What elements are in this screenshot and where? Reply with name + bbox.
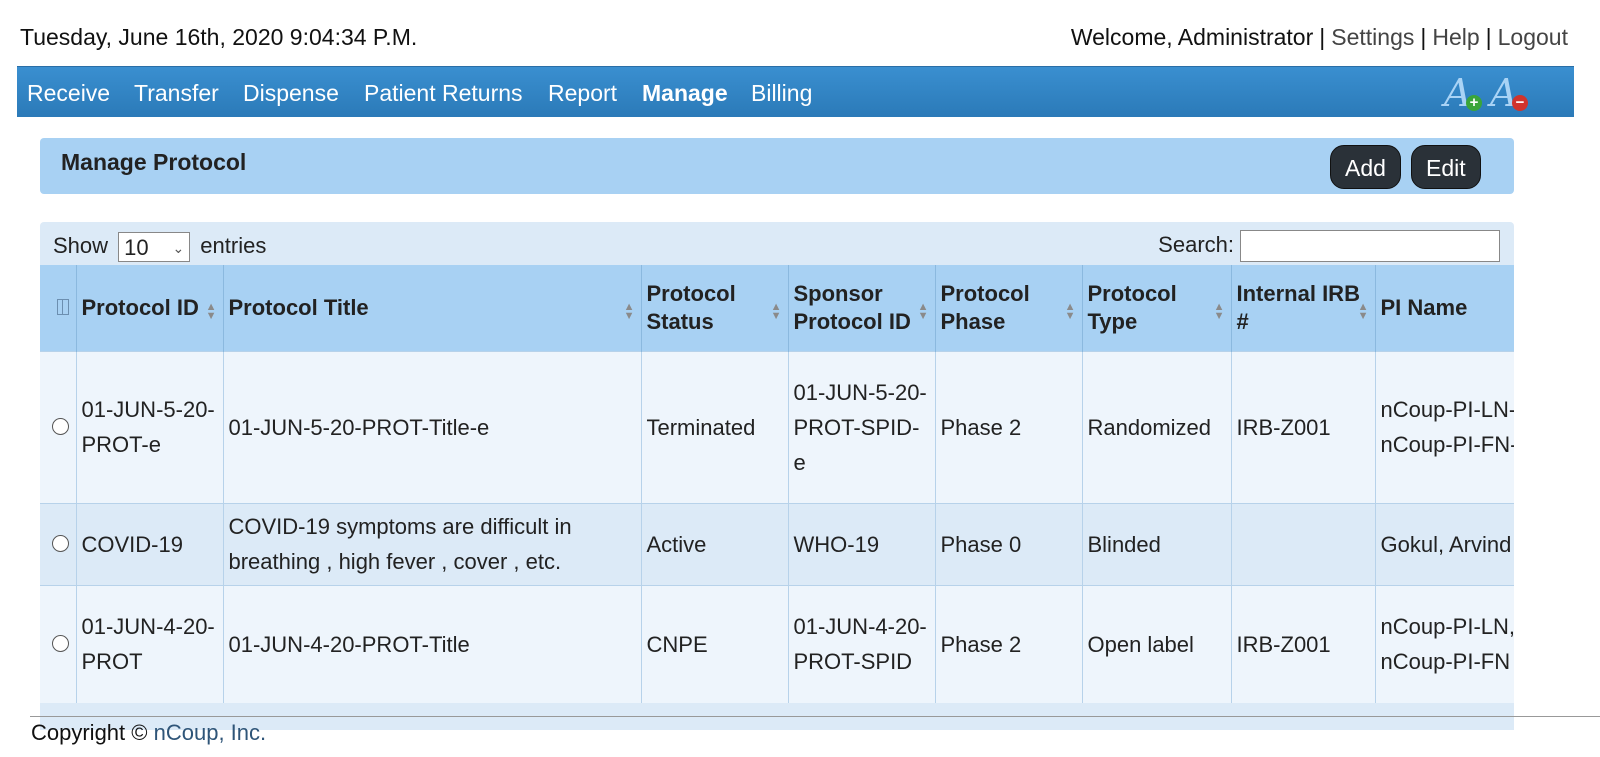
cell-protocol-phase: Phase 2 xyxy=(935,350,1083,503)
cell-internal-irb: IRB-Z001 xyxy=(1231,584,1376,703)
top-bar: Tuesday, June 16th, 2020 9:04:34 P.M. We… xyxy=(0,0,1600,62)
sort-icon: ▲ ▼ xyxy=(623,301,635,322)
header-protocol-status[interactable]: Protocol Status ▲ ▼ xyxy=(641,265,789,351)
cell-protocol-title: 01-JUN-5-20-PROT-Title-e xyxy=(223,350,642,503)
nav-dispense[interactable]: Dispense xyxy=(243,80,339,107)
row-select[interactable] xyxy=(40,502,77,585)
nav-transfer[interactable]: Transfer xyxy=(134,80,219,107)
manage-protocol-panel: Manage Protocol Add Edit xyxy=(40,138,1514,194)
page-length-control: Show 10 ⌄ entries xyxy=(53,232,266,262)
show-label: Show xyxy=(53,232,109,258)
cell-protocol-id: 01-JUN-4-20-PROT xyxy=(76,584,224,703)
cell-protocol-phase: Phase 2 xyxy=(935,584,1083,703)
cell-protocol-status: Active xyxy=(641,502,789,585)
column-visibility-header[interactable] xyxy=(40,265,77,351)
cell-pi-name: Gokul, Arvind xyxy=(1375,502,1514,585)
cell-protocol-status: CNPE xyxy=(641,584,789,703)
chevron-down-icon: ⌄ xyxy=(172,240,185,256)
columns-icon xyxy=(57,298,69,315)
footer: Copyright © nCoup, Inc. xyxy=(31,720,266,746)
settings-link[interactable]: Settings xyxy=(1331,24,1414,50)
table-header-row: Protocol ID ▲ ▼ Protocol Title ▲ ▼ Protocol … xyxy=(40,265,1514,351)
page-size-value: 10 xyxy=(124,235,149,260)
sort-icon: ▲ ▼ xyxy=(1064,301,1076,322)
page-size-select[interactable]: 10 ⌄ xyxy=(118,232,191,262)
add-button[interactable]: Add xyxy=(1330,145,1401,189)
search-label: Search: xyxy=(1158,231,1234,257)
header-protocol-phase[interactable]: Protocol Phase ▲ ▼ xyxy=(935,265,1083,351)
decrease-font-icon[interactable]: A − xyxy=(1488,71,1528,115)
cell-protocol-type: Open label xyxy=(1082,584,1232,703)
nav-billing[interactable]: Billing xyxy=(751,80,812,107)
header-sponsor-protocol-id[interactable]: Sponsor Protocol ID ▲ ▼ xyxy=(788,265,936,351)
row-select[interactable] xyxy=(40,584,77,703)
nav-receive[interactable]: Receive xyxy=(27,80,110,107)
nav-patient-returns[interactable]: Patient Returns xyxy=(364,80,523,107)
logout-link[interactable]: Logout xyxy=(1498,24,1568,50)
welcome-text: Welcome, Administrator xyxy=(1070,24,1314,50)
company-link[interactable]: nCoup, Inc. xyxy=(154,720,267,745)
cell-protocol-type: Randomized xyxy=(1082,350,1232,503)
cell-sponsor-protocol-id: 01-JUN-4-20-PROT-SPID xyxy=(788,584,936,703)
table-controls: Show 10 ⌄ entries Search: xyxy=(40,222,1514,264)
row-radio[interactable] xyxy=(52,417,69,435)
main-nav: Receive Transfer Dispense Patient Return… xyxy=(17,66,1574,117)
header-internal-irb[interactable]: Internal IRB # ▲ ▼ xyxy=(1231,265,1376,351)
sort-icon: ▲ ▼ xyxy=(770,301,782,322)
user-links: Welcome, Administrator | Settings | Help | Log… xyxy=(1070,24,1568,50)
protocol-table: Protocol ID ▲ ▼ Protocol Title ▲ ▼ Protocol … xyxy=(40,265,1514,703)
copyright-text: Copyright © xyxy=(31,720,148,745)
row-radio[interactable] xyxy=(52,534,69,552)
cell-protocol-status: Terminated xyxy=(641,350,789,503)
cell-protocol-title: 01-JUN-4-20-PROT-Title xyxy=(223,584,642,703)
search-input[interactable] xyxy=(1240,230,1500,262)
protocol-table-wrapper: Show 10 ⌄ entries Search: Protocol ID ▲ ▼ P… xyxy=(40,222,1514,730)
increase-font-icon[interactable]: A + xyxy=(1442,71,1482,115)
table-row[interactable]: 01-JUN-5-20-PROT-e 01-JUN-5-20-PROT-Titl… xyxy=(40,350,1514,503)
cell-internal-irb: IRB-Z001 xyxy=(1231,350,1376,503)
current-datetime: Tuesday, June 16th, 2020 9:04:34 P.M. xyxy=(20,24,418,50)
search-control: Search: xyxy=(1158,230,1500,262)
entries-label: entries xyxy=(200,232,267,258)
footer-divider xyxy=(30,716,1600,717)
cell-protocol-type: Blinded xyxy=(1082,502,1232,585)
help-link[interactable]: Help xyxy=(1432,24,1479,50)
cell-protocol-title: COVID-19 symptoms are difficult in breat… xyxy=(223,502,642,585)
cell-sponsor-protocol-id: WHO-19 xyxy=(788,502,936,585)
header-protocol-title[interactable]: Protocol Title ▲ ▼ xyxy=(223,265,642,351)
cell-sponsor-protocol-id: 01-JUN-5-20-PROT-SPID-e xyxy=(788,350,936,503)
cell-internal-irb xyxy=(1231,502,1376,585)
header-protocol-id[interactable]: Protocol ID ▲ ▼ xyxy=(76,265,224,351)
panel-title: Manage Protocol xyxy=(61,149,247,175)
header-pi-name[interactable]: PI Name xyxy=(1375,265,1514,351)
cell-pi-name: nCoup-PI-LN-e, nCoup-PI-FN-e xyxy=(1375,350,1514,503)
header-protocol-type[interactable]: Protocol Type ▲ ▼ xyxy=(1082,265,1232,351)
cell-protocol-id: 01-JUN-5-20-PROT-e xyxy=(76,350,224,503)
row-select[interactable] xyxy=(40,350,77,503)
sort-icon: ▲ ▼ xyxy=(1357,301,1369,322)
cell-pi-name: nCoup-PI-LN, nCoup-PI-FN xyxy=(1375,584,1514,703)
cell-protocol-phase: Phase 0 xyxy=(935,502,1083,585)
table-row[interactable]: COVID-19 COVID-19 symptoms are difficult… xyxy=(40,502,1514,585)
sort-icon: ▲ ▼ xyxy=(205,301,217,322)
nav-manage[interactable]: Manage xyxy=(642,80,728,107)
table-row[interactable]: 01-JUN-4-20-PROT 01-JUN-4-20-PROT-Title … xyxy=(40,584,1514,703)
nav-report[interactable]: Report xyxy=(548,80,617,107)
sort-icon: ▲ ▼ xyxy=(917,301,929,322)
sort-icon: ▲ ▼ xyxy=(1213,301,1225,322)
row-radio[interactable] xyxy=(52,634,69,652)
cell-protocol-id: COVID-19 xyxy=(76,502,224,585)
edit-button[interactable]: Edit xyxy=(1411,145,1481,189)
